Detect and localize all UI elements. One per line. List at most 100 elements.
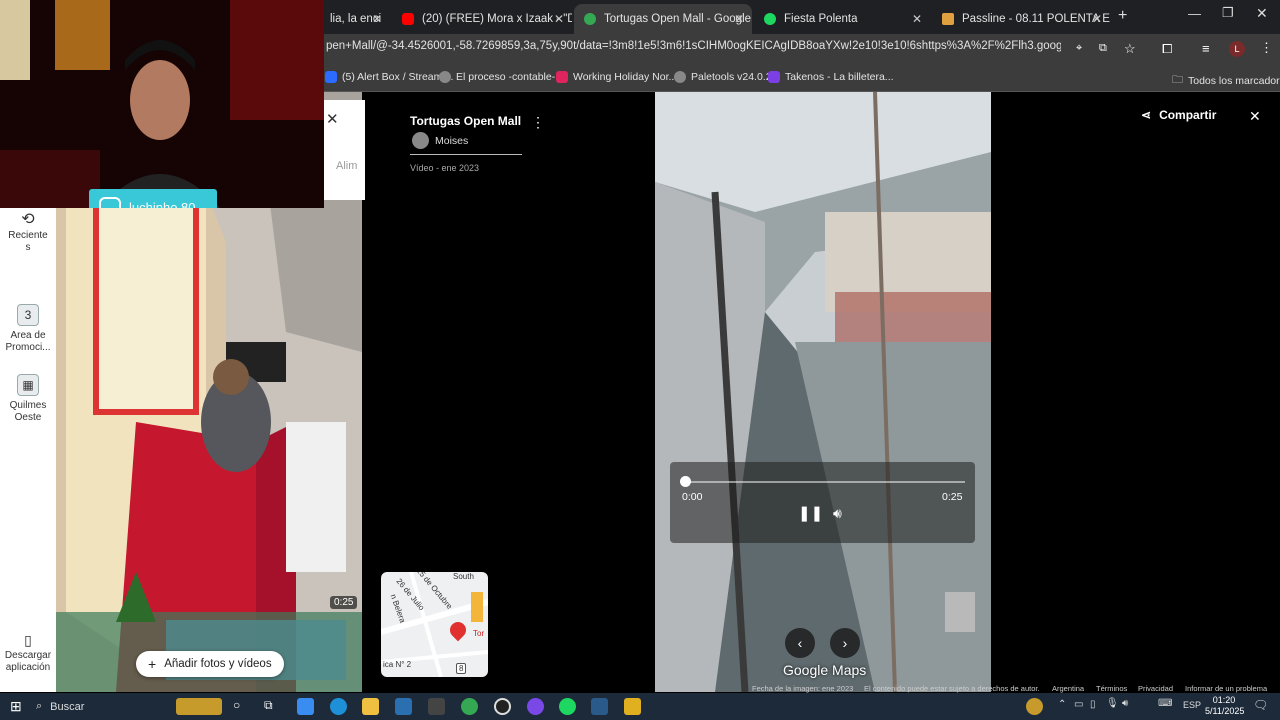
location-icon[interactable]: ⌖ bbox=[1076, 42, 1082, 55]
close-tab-icon[interactable]: ✕ bbox=[912, 12, 922, 26]
new-tab-button[interactable]: + bbox=[1118, 7, 1127, 25]
folder-icon: 🗀 bbox=[1172, 74, 1183, 86]
close-tab-icon[interactable]: ✕ bbox=[1092, 12, 1102, 26]
bookmark-label: El proceso -contable-... bbox=[456, 71, 564, 83]
chat-app-icon[interactable] bbox=[527, 698, 544, 715]
tab-title: Passline - 08.11 POLENTA EN FOR bbox=[962, 13, 1110, 25]
close-tab-icon[interactable]: ✕ bbox=[554, 12, 564, 26]
video-player[interactable]: 0:00 0:25 ❚❚ 🔊︎ ‹ › Google Maps bbox=[655, 92, 991, 692]
rail-item-recent[interactable]: ⟲ Reciente s bbox=[0, 212, 56, 254]
task-view-icon[interactable]: ⧉ bbox=[264, 698, 281, 715]
add-photos-label: Añadir fotos y vídeos bbox=[164, 658, 272, 670]
bookmark-label: Working Holiday Nor... bbox=[573, 71, 678, 83]
photo-viewer-info: Tortugas Open Mall ⋮ Moises Vídeo - ene … bbox=[365, 92, 655, 692]
place-title[interactable]: Tortugas Open Mall bbox=[410, 114, 521, 128]
bookmark-label: Paletools v24.0.29 bbox=[691, 71, 778, 83]
bookmark-favicon-icon bbox=[556, 71, 568, 83]
rail-label: Quilmes Oeste bbox=[9, 400, 47, 423]
tray-chevron-up-icon[interactable]: ⌃ bbox=[1058, 699, 1066, 710]
tab-title: Fiesta Polenta bbox=[784, 13, 858, 25]
tab-wikipedia[interactable]: lia, la enci ✕ bbox=[320, 4, 390, 34]
close-tab-icon[interactable]: ✕ bbox=[734, 12, 744, 26]
minimap[interactable]: South 26 de Julio 25 de Octubre Tor ica … bbox=[381, 572, 488, 677]
minimize-button[interactable]: — bbox=[1188, 6, 1201, 21]
report-problem-link[interactable]: Informar de un problema bbox=[1185, 684, 1267, 693]
seek-bar[interactable] bbox=[685, 481, 965, 483]
globe-icon bbox=[674, 71, 686, 83]
region-link[interactable]: Argentina bbox=[1052, 684, 1084, 693]
notifications-icon[interactable]: 🗨︎ bbox=[1253, 698, 1268, 712]
app-icon[interactable] bbox=[624, 698, 641, 715]
keyboard-icon[interactable]: ⌨ bbox=[1158, 698, 1172, 709]
next-button[interactable]: › bbox=[830, 628, 860, 658]
bookmark-item[interactable]: El proceso -contable-... bbox=[439, 71, 564, 83]
close-panel-icon[interactable]: ✕ bbox=[326, 110, 339, 128]
divider bbox=[410, 154, 522, 155]
bookmark-item[interactable]: Paletools v24.0.29 bbox=[674, 71, 777, 83]
start-button[interactable]: ⊞ bbox=[10, 698, 22, 715]
profile-avatar[interactable]: L bbox=[1229, 41, 1245, 57]
rail-item-quilmes-oeste[interactable]: ▦ Quilmes Oeste bbox=[0, 374, 56, 424]
microphone-icon[interactable]: 🎙︎ bbox=[1106, 698, 1119, 709]
rail-item-area-promocion[interactable]: 3 Area de Promoci... bbox=[0, 304, 56, 354]
extensions-icon[interactable]: ⧠ bbox=[1162, 41, 1172, 57]
previous-button[interactable]: ‹ bbox=[785, 628, 815, 658]
minimap-label: ica N° 2 bbox=[383, 660, 412, 669]
chrome-icon[interactable] bbox=[461, 698, 478, 715]
current-time: 0:00 bbox=[682, 491, 703, 503]
windows-taskbar: ⊞ ⌕ Buscar ○ ⧉ ⌃ ▭ ▯ 🎙︎ 🔊︎ ⌨ ESP 01:20 5… bbox=[0, 693, 1280, 720]
add-photos-button[interactable]: + Añadir fotos y vídeos bbox=[136, 651, 284, 677]
privacy-link[interactable]: Privacidad bbox=[1138, 684, 1173, 693]
tab-passline[interactable]: Passline - 08.11 POLENTA EN FOR ✕ bbox=[932, 4, 1110, 34]
bookmark-favicon-icon bbox=[768, 71, 780, 83]
share-button[interactable]: ⋖ Compartir bbox=[1141, 108, 1216, 122]
close-tab-icon[interactable]: ✕ bbox=[372, 12, 382, 26]
ticket-icon bbox=[942, 13, 954, 25]
battery-icon[interactable]: ▯ bbox=[1090, 699, 1096, 710]
install-app-icon[interactable]: ⧉ bbox=[1099, 42, 1107, 55]
speaker-icon[interactable]: 🔊︎ bbox=[1122, 698, 1128, 709]
category-chip-fragment[interactable]: Alim bbox=[336, 160, 357, 172]
spotify-icon[interactable] bbox=[559, 698, 576, 715]
close-viewer-icon[interactable]: ✕ bbox=[1249, 108, 1261, 125]
copyright-note: El contenido puede estar sujeto a derech… bbox=[864, 684, 1040, 693]
rail-item-download-app[interactable]: ▯ Descargar aplicación bbox=[0, 633, 56, 674]
media-control-icon[interactable]: ≡ bbox=[1202, 41, 1210, 56]
webcam-feed bbox=[0, 0, 324, 208]
bookmark-item[interactable]: Takenos - La billetera... bbox=[768, 71, 894, 83]
tab-youtube[interactable]: (20) (FREE) Mora x Izaak - "DOS E ✕ bbox=[392, 4, 572, 34]
bookmark-item[interactable]: (5) Alert Box / Streaml... bbox=[325, 71, 453, 83]
input-language[interactable]: ESP bbox=[1183, 700, 1201, 710]
tray-app-icon[interactable] bbox=[1026, 698, 1043, 715]
seek-handle[interactable] bbox=[680, 476, 691, 487]
file-explorer-icon[interactable] bbox=[362, 698, 379, 715]
steam-icon[interactable] bbox=[591, 698, 608, 715]
cortana-icon[interactable]: ○ bbox=[233, 698, 250, 715]
author-row[interactable]: Moises bbox=[412, 132, 468, 149]
bookmark-star-icon[interactable]: ☆ bbox=[1124, 41, 1136, 57]
tab-google-maps[interactable]: Tortugas Open Mall - Google Maps ✕ bbox=[574, 4, 752, 34]
browser-menu-icon[interactable]: ⋮ bbox=[1260, 40, 1273, 56]
volume-icon[interactable]: 🔊︎ bbox=[833, 505, 842, 522]
all-bookmarks-folder[interactable]: 🗀 Todos los marcadores bbox=[1172, 71, 1280, 90]
edge-icon[interactable] bbox=[330, 698, 347, 715]
close-window-button[interactable]: ✕ bbox=[1256, 5, 1268, 22]
network-icon[interactable]: ▭ bbox=[1074, 699, 1083, 710]
bookmark-item[interactable]: Working Holiday Nor... bbox=[556, 71, 677, 83]
taskbar-search[interactable]: ⌕ Buscar bbox=[36, 696, 172, 717]
clock[interactable]: 01:20 5/11/2025 bbox=[1205, 695, 1244, 717]
obs-icon[interactable] bbox=[494, 698, 511, 715]
maximize-button[interactable]: ❐ bbox=[1222, 5, 1234, 21]
copilot-icon[interactable] bbox=[297, 698, 314, 715]
webcam-overlay: luchinho.80 bbox=[0, 0, 324, 208]
green-dot-icon bbox=[764, 13, 776, 25]
terms-link[interactable]: Términos bbox=[1096, 684, 1127, 693]
pause-icon[interactable]: ❚❚ bbox=[798, 504, 823, 522]
tab-title: Tortugas Open Mall - Google Maps bbox=[604, 13, 752, 25]
tab-fiesta-polenta[interactable]: Fiesta Polenta ✕ bbox=[754, 4, 930, 34]
weather-widget-icon[interactable] bbox=[176, 698, 222, 715]
more-options-icon[interactable]: ⋮ bbox=[531, 114, 545, 131]
app-icon[interactable] bbox=[428, 698, 445, 715]
telegram-icon[interactable] bbox=[395, 698, 412, 715]
address-bar[interactable]: pen+Mall/@-34.4526001,-58.7269859,3a,75y… bbox=[326, 40, 1061, 52]
